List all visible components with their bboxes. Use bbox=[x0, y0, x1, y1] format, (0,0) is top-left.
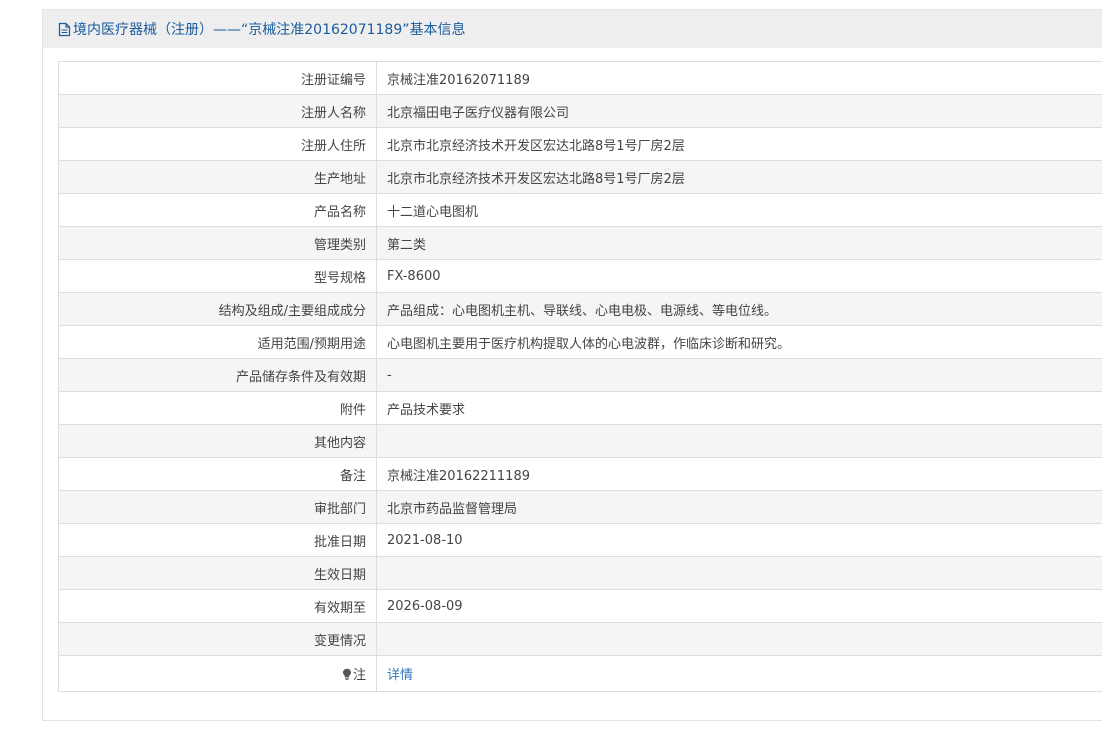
row-label: 产品储存条件及有效期 bbox=[58, 358, 377, 392]
row-value: 产品技术要求 bbox=[376, 391, 1102, 425]
row-label: 注册人名称 bbox=[58, 94, 377, 128]
row-label: 有效期至 bbox=[58, 589, 377, 623]
table-row: 产品名称 十二道心电图机 bbox=[58, 193, 1102, 227]
row-value bbox=[376, 556, 1102, 590]
row-value: 北京市北京经济技术开发区宏达北路8号1号厂房2层 bbox=[376, 127, 1102, 161]
table-row: 结构及组成/主要组成成分 产品组成：心电图机主机、导联线、心电电极、电源线、等电… bbox=[58, 292, 1102, 326]
row-value: 北京福田电子医疗仪器有限公司 bbox=[376, 94, 1102, 128]
row-label: 注册证编号 bbox=[58, 61, 377, 95]
table-row: 注册人住所 北京市北京经济技术开发区宏达北路8号1号厂房2层 bbox=[58, 127, 1102, 161]
details-link[interactable]: 详情 bbox=[387, 668, 413, 683]
table-row: 产品储存条件及有效期 - bbox=[58, 358, 1102, 392]
row-label: 附件 bbox=[58, 391, 377, 425]
table-row: 附件 产品技术要求 bbox=[58, 391, 1102, 425]
table-row: 变更情况 bbox=[58, 622, 1102, 656]
row-label: 生产地址 bbox=[58, 160, 377, 194]
row-label: 变更情况 bbox=[58, 622, 377, 656]
row-value: 北京市北京经济技术开发区宏达北路8号1号厂房2层 bbox=[376, 160, 1102, 194]
table-row: 生产地址 北京市北京经济技术开发区宏达北路8号1号厂房2层 bbox=[58, 160, 1102, 194]
table-row: 注册人名称 北京福田电子医疗仪器有限公司 bbox=[58, 94, 1102, 128]
table-row: 型号规格 FX-8600 bbox=[58, 259, 1102, 293]
info-panel: 境内医疗器械（注册）——“京械注准20162071189”基本信息 注册证编号 … bbox=[42, 9, 1102, 721]
row-value: 十二道心电图机 bbox=[376, 193, 1102, 227]
table-row: 有效期至 2026-08-09 bbox=[58, 589, 1102, 623]
row-value: FX-8600 bbox=[376, 259, 1102, 293]
note-label-cell: 注 bbox=[58, 655, 377, 692]
row-label: 适用范围/预期用途 bbox=[58, 325, 377, 359]
row-value: - bbox=[376, 358, 1102, 392]
row-value: 2026-08-09 bbox=[376, 589, 1102, 623]
row-label: 批准日期 bbox=[58, 523, 377, 557]
table-row: 适用范围/预期用途 心电图机主要用于医疗机构提取人体的心电波群，作临床诊断和研究… bbox=[58, 325, 1102, 359]
row-value: 产品组成：心电图机主机、导联线、心电电极、电源线、等电位线。 bbox=[376, 292, 1102, 326]
row-label: 注册人住所 bbox=[58, 127, 377, 161]
row-value bbox=[376, 622, 1102, 656]
panel-header: 境内医疗器械（注册）——“京械注准20162071189”基本信息 bbox=[43, 10, 1102, 48]
row-label: 型号规格 bbox=[58, 259, 377, 293]
row-label: 产品名称 bbox=[58, 193, 377, 227]
table-row: 审批部门 北京市药品监督管理局 bbox=[58, 490, 1102, 524]
row-label: 结构及组成/主要组成成分 bbox=[58, 292, 377, 326]
row-label: 管理类别 bbox=[58, 226, 377, 260]
table-row: 管理类别 第二类 bbox=[58, 226, 1102, 260]
row-value: 北京市药品监督管理局 bbox=[376, 490, 1102, 524]
lightbulb-icon bbox=[342, 668, 352, 680]
row-label: 其他内容 bbox=[58, 424, 377, 458]
row-value bbox=[376, 424, 1102, 458]
info-table: 注册证编号 京械注准20162071189 注册人名称 北京福田电子医疗仪器有限… bbox=[58, 61, 1102, 692]
row-label: 生效日期 bbox=[58, 556, 377, 590]
table-row: 生效日期 bbox=[58, 556, 1102, 590]
row-label: 备注 bbox=[58, 457, 377, 491]
row-value: 京械注准20162071189 bbox=[376, 61, 1102, 95]
table-row: 备注 京械注准20162211189 bbox=[58, 457, 1102, 491]
note-label: 注 bbox=[352, 668, 366, 683]
row-label: 审批部门 bbox=[58, 490, 377, 524]
note-value-cell: 详情 bbox=[376, 655, 1102, 692]
table-row: 注册证编号 京械注准20162071189 bbox=[58, 61, 1102, 95]
page-title: 境内医疗器械（注册）——“京械注准20162071189”基本信息 bbox=[73, 22, 466, 38]
row-value: 2021-08-10 bbox=[376, 523, 1102, 557]
note-row: 注 详情 bbox=[58, 655, 1102, 692]
table-row: 批准日期 2021-08-10 bbox=[58, 523, 1102, 557]
row-value: 第二类 bbox=[376, 226, 1102, 260]
document-icon bbox=[58, 22, 71, 37]
row-value: 心电图机主要用于医疗机构提取人体的心电波群，作临床诊断和研究。 bbox=[376, 325, 1102, 359]
row-value: 京械注准20162211189 bbox=[376, 457, 1102, 491]
table-row: 其他内容 bbox=[58, 424, 1102, 458]
